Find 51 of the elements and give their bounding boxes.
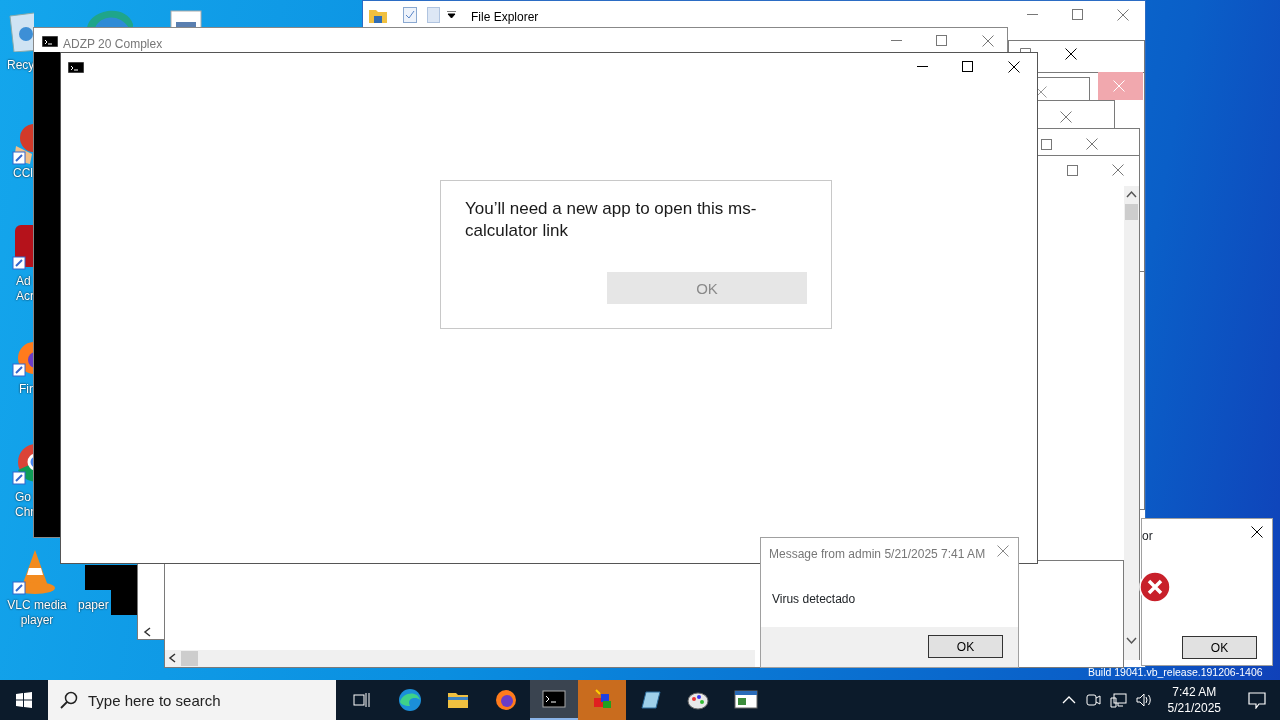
- search-field[interactable]: Type here to search: [48, 680, 336, 720]
- scroll-left-icon[interactable]: [168, 653, 178, 663]
- task-view-icon[interactable]: [353, 692, 371, 708]
- console-icon: [68, 62, 84, 73]
- console-icon: [542, 687, 566, 711]
- scroll-thumb[interactable]: [181, 651, 198, 666]
- icon-label[interactable]: VLC media player: [6, 598, 68, 628]
- maximize-icon[interactable]: [962, 61, 973, 72]
- icon-label[interactable]: Ad Acr: [16, 274, 34, 304]
- dialog-message: You’ll need a new app to open this ms-calculator link: [465, 198, 758, 242]
- document-app-icon[interactable]: [12, 225, 33, 270]
- icon-label[interactable]: CCl: [13, 166, 33, 181]
- folder-icon[interactable]: [369, 7, 387, 23]
- browser-wave-icon: [398, 688, 422, 712]
- close-icon[interactable]: [1008, 61, 1020, 73]
- icon-label[interactable]: Fir: [19, 382, 33, 397]
- dropdown-icon[interactable]: [447, 11, 456, 19]
- scrollbar[interactable]: [165, 650, 755, 667]
- window-title: ADZP 20 Complex: [63, 36, 163, 53]
- scroll-down-icon[interactable]: [1126, 637, 1137, 645]
- scroll-left-icon[interactable]: [143, 627, 153, 637]
- close-icon[interactable]: [1251, 526, 1263, 538]
- window-title: Message from admin 5/21/2025 7:41 AM: [769, 546, 986, 563]
- clock-time[interactable]: 7:42 AM: [1172, 684, 1217, 700]
- icon-label[interactable]: Go Chr: [15, 490, 35, 520]
- volume-icon[interactable]: [1135, 692, 1153, 708]
- scrollbar[interactable]: [1124, 186, 1139, 660]
- traffic-cone-icon[interactable]: [12, 548, 58, 596]
- window-title: or: [1142, 528, 1153, 545]
- scroll-up-icon[interactable]: [1126, 190, 1137, 198]
- ok-button[interactable]: OK: [928, 635, 1003, 658]
- console-window: [111, 565, 137, 615]
- build-text: Build 19041.vb_release.191206-1406: [1088, 666, 1263, 678]
- console-icon: [42, 36, 58, 47]
- start-icon[interactable]: [16, 692, 32, 708]
- camera-icon[interactable]: [1084, 692, 1101, 708]
- scroll-thumb[interactable]: [1125, 204, 1138, 220]
- notification-icon[interactable]: [1248, 692, 1266, 710]
- icon-label[interactable]: paper: [78, 598, 109, 613]
- ok-button[interactable]: OK: [1182, 636, 1257, 659]
- window-title: File Explorer: [471, 9, 539, 26]
- network-icon[interactable]: [1109, 692, 1127, 708]
- taskbar-app-button[interactable]: [530, 680, 578, 720]
- close-icon[interactable]: [1065, 48, 1077, 60]
- checklist-icon[interactable]: [403, 7, 417, 23]
- message-text: Virus detectado: [772, 591, 856, 608]
- icon-label[interactable]: Recy: [7, 58, 35, 73]
- fox-globe-icon: [494, 688, 518, 712]
- window-icon: [734, 688, 758, 712]
- clock-date[interactable]: 5/21/2025: [1167, 700, 1221, 716]
- chevron-up-icon[interactable]: [1061, 695, 1076, 705]
